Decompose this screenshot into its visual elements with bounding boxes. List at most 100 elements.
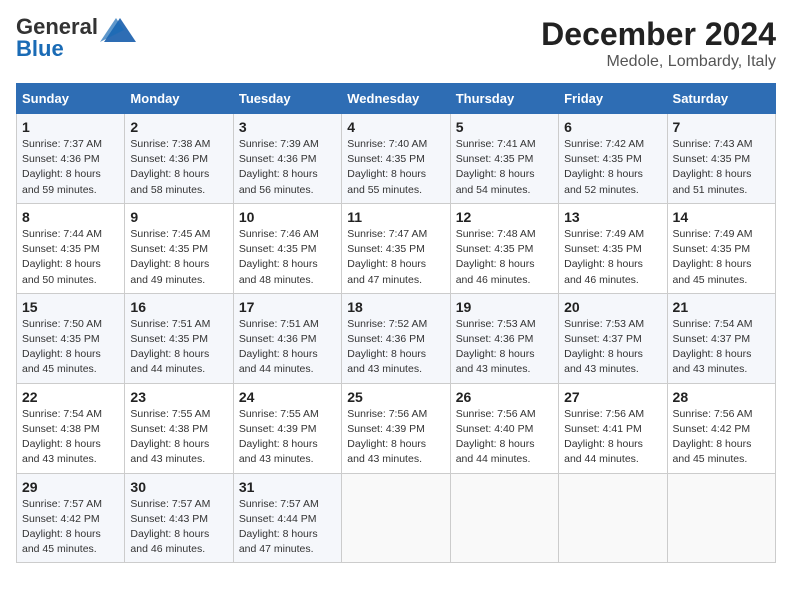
calendar-cell: 19Sunrise: 7:53 AMSunset: 4:36 PMDayligh… (450, 293, 558, 383)
calendar-cell: 1 Sunrise: 7:37 AMSunset: 4:36 PMDaylight… (17, 114, 125, 204)
day-number: 25 (347, 389, 444, 405)
day-number: 28 (673, 389, 770, 405)
day-number: 2 (130, 119, 227, 135)
calendar-cell: 27Sunrise: 7:56 AMSunset: 4:41 PMDayligh… (559, 383, 667, 473)
day-detail: Sunrise: 7:41 AMSunset: 4:35 PMDaylight:… (456, 138, 536, 196)
day-detail: Sunrise: 7:38 AMSunset: 4:36 PMDaylight:… (130, 138, 210, 196)
calendar-cell: 9 Sunrise: 7:45 AMSunset: 4:35 PMDaylight… (125, 203, 233, 293)
day-header-saturday: Saturday (667, 84, 775, 114)
day-number: 15 (22, 299, 119, 315)
day-detail: Sunrise: 7:48 AMSunset: 4:35 PMDaylight:… (456, 228, 536, 286)
calendar-week-row: 29 Sunrise: 7:57 AMSunset: 4:42 PMDayligh… (17, 473, 776, 563)
day-number: 18 (347, 299, 444, 315)
day-detail: Sunrise: 7:51 AMSunset: 4:36 PMDaylight:… (239, 318, 319, 376)
day-number: 23 (130, 389, 227, 405)
calendar-cell: 31Sunrise: 7:57 AMSunset: 4:44 PMDayligh… (233, 473, 341, 563)
day-detail: Sunrise: 7:54 AMSunset: 4:38 PMDaylight:… (22, 408, 102, 466)
day-number: 11 (347, 209, 444, 225)
calendar-cell: 28 Sunrise: 7:56 AMSunset: 4:42 PMDayligh… (667, 383, 775, 473)
calendar-cell: 3Sunrise: 7:39 AMSunset: 4:36 PMDaylight… (233, 114, 341, 204)
day-detail: Sunrise: 7:52 AMSunset: 4:36 PMDaylight:… (347, 318, 427, 376)
calendar-week-row: 8 Sunrise: 7:44 AMSunset: 4:35 PMDaylight… (17, 203, 776, 293)
day-number: 13 (564, 209, 661, 225)
day-number: 8 (22, 209, 119, 225)
title-block: December 2024 Medole, Lombardy, Italy (541, 16, 776, 71)
day-detail: Sunrise: 7:56 AMSunset: 4:42 PMDaylight:… (673, 408, 753, 466)
day-number: 10 (239, 209, 336, 225)
calendar-cell: 23 Sunrise: 7:55 AMSunset: 4:38 PMDayligh… (125, 383, 233, 473)
day-detail: Sunrise: 7:49 AMSunset: 4:35 PMDaylight:… (673, 228, 753, 286)
page-title: December 2024 (541, 16, 776, 53)
day-detail: Sunrise: 7:54 AMSunset: 4:37 PMDaylight:… (673, 318, 753, 376)
day-detail: Sunrise: 7:57 AMSunset: 4:43 PMDaylight:… (130, 498, 210, 556)
day-number: 3 (239, 119, 336, 135)
calendar-cell: 25 Sunrise: 7:56 AMSunset: 4:39 PMDayligh… (342, 383, 450, 473)
day-detail: Sunrise: 7:53 AMSunset: 4:36 PMDaylight:… (456, 318, 536, 376)
calendar-cell: 15 Sunrise: 7:50 AMSunset: 4:35 PMDayligh… (17, 293, 125, 383)
day-number: 26 (456, 389, 553, 405)
calendar-week-row: 22 Sunrise: 7:54 AMSunset: 4:38 PMDayligh… (17, 383, 776, 473)
day-detail: Sunrise: 7:42 AMSunset: 4:35 PMDaylight:… (564, 138, 644, 196)
day-detail: Sunrise: 7:49 AMSunset: 4:35 PMDaylight:… (564, 228, 644, 286)
day-detail: Sunrise: 7:44 AMSunset: 4:35 PMDaylight:… (22, 228, 102, 286)
calendar-cell (667, 473, 775, 563)
calendar-cell (559, 473, 667, 563)
day-number: 29 (22, 479, 119, 495)
day-detail: Sunrise: 7:55 AMSunset: 4:39 PMDaylight:… (239, 408, 319, 466)
day-detail: Sunrise: 7:50 AMSunset: 4:35 PMDaylight:… (22, 318, 102, 376)
logo-text: General Blue (16, 16, 98, 60)
day-header-friday: Friday (559, 84, 667, 114)
day-number: 17 (239, 299, 336, 315)
page-header: General Blue December 2024 Medole, Lomba… (16, 16, 776, 71)
calendar-cell: 24 Sunrise: 7:55 AMSunset: 4:39 PMDayligh… (233, 383, 341, 473)
day-header-tuesday: Tuesday (233, 84, 341, 114)
day-number: 21 (673, 299, 770, 315)
day-number: 4 (347, 119, 444, 135)
day-detail: Sunrise: 7:55 AMSunset: 4:38 PMDaylight:… (130, 408, 210, 466)
day-detail: Sunrise: 7:57 AMSunset: 4:42 PMDaylight:… (22, 498, 102, 556)
calendar-cell: 13 Sunrise: 7:49 AMSunset: 4:35 PMDayligh… (559, 203, 667, 293)
calendar-cell: 18 Sunrise: 7:52 AMSunset: 4:36 PMDayligh… (342, 293, 450, 383)
day-number: 1 (22, 119, 119, 135)
day-detail: Sunrise: 7:56 AMSunset: 4:39 PMDaylight:… (347, 408, 427, 466)
calendar-cell: 12 Sunrise: 7:48 AMSunset: 4:35 PMDayligh… (450, 203, 558, 293)
day-detail: Sunrise: 7:56 AMSunset: 4:40 PMDaylight:… (456, 408, 536, 466)
logo-icon (100, 14, 136, 44)
day-number: 12 (456, 209, 553, 225)
day-header-sunday: Sunday (17, 84, 125, 114)
calendar-cell: 16 Sunrise: 7:51 AMSunset: 4:35 PMDayligh… (125, 293, 233, 383)
day-number: 16 (130, 299, 227, 315)
day-number: 9 (130, 209, 227, 225)
day-number: 6 (564, 119, 661, 135)
day-header-wednesday: Wednesday (342, 84, 450, 114)
day-detail: Sunrise: 7:37 AMSunset: 4:36 PMDaylight:… (22, 138, 102, 196)
day-detail: Sunrise: 7:53 AMSunset: 4:37 PMDaylight:… (564, 318, 644, 376)
day-detail: Sunrise: 7:57 AMSunset: 4:44 PMDaylight:… (239, 498, 319, 556)
day-number: 14 (673, 209, 770, 225)
calendar-cell: 14 Sunrise: 7:49 AMSunset: 4:35 PMDayligh… (667, 203, 775, 293)
calendar-cell: 2 Sunrise: 7:38 AMSunset: 4:36 PMDaylight… (125, 114, 233, 204)
calendar-cell: 7Sunrise: 7:43 AMSunset: 4:35 PMDaylight… (667, 114, 775, 204)
calendar-cell: 17 Sunrise: 7:51 AMSunset: 4:36 PMDayligh… (233, 293, 341, 383)
day-number: 22 (22, 389, 119, 405)
calendar-cell: 22 Sunrise: 7:54 AMSunset: 4:38 PMDayligh… (17, 383, 125, 473)
day-detail: Sunrise: 7:46 AMSunset: 4:35 PMDaylight:… (239, 228, 319, 286)
calendar-table: SundayMondayTuesdayWednesdayThursdayFrid… (16, 83, 776, 563)
calendar-cell (342, 473, 450, 563)
day-detail: Sunrise: 7:45 AMSunset: 4:35 PMDaylight:… (130, 228, 210, 286)
calendar-cell: 26 Sunrise: 7:56 AMSunset: 4:40 PMDayligh… (450, 383, 558, 473)
calendar-cell: 5Sunrise: 7:41 AMSunset: 4:35 PMDaylight… (450, 114, 558, 204)
calendar-cell: 29 Sunrise: 7:57 AMSunset: 4:42 PMDayligh… (17, 473, 125, 563)
page-subtitle: Medole, Lombardy, Italy (541, 53, 776, 71)
day-number: 24 (239, 389, 336, 405)
calendar-cell: 6 Sunrise: 7:42 AMSunset: 4:35 PMDaylight… (559, 114, 667, 204)
day-detail: Sunrise: 7:51 AMSunset: 4:35 PMDaylight:… (130, 318, 210, 376)
day-number: 27 (564, 389, 661, 405)
day-detail: Sunrise: 7:47 AMSunset: 4:35 PMDaylight:… (347, 228, 427, 286)
day-detail: Sunrise: 7:43 AMSunset: 4:35 PMDaylight:… (673, 138, 753, 196)
calendar-cell: 11 Sunrise: 7:47 AMSunset: 4:35 PMDayligh… (342, 203, 450, 293)
day-header-monday: Monday (125, 84, 233, 114)
day-number: 20 (564, 299, 661, 315)
logo-blue: Blue (16, 36, 64, 61)
day-number: 30 (130, 479, 227, 495)
